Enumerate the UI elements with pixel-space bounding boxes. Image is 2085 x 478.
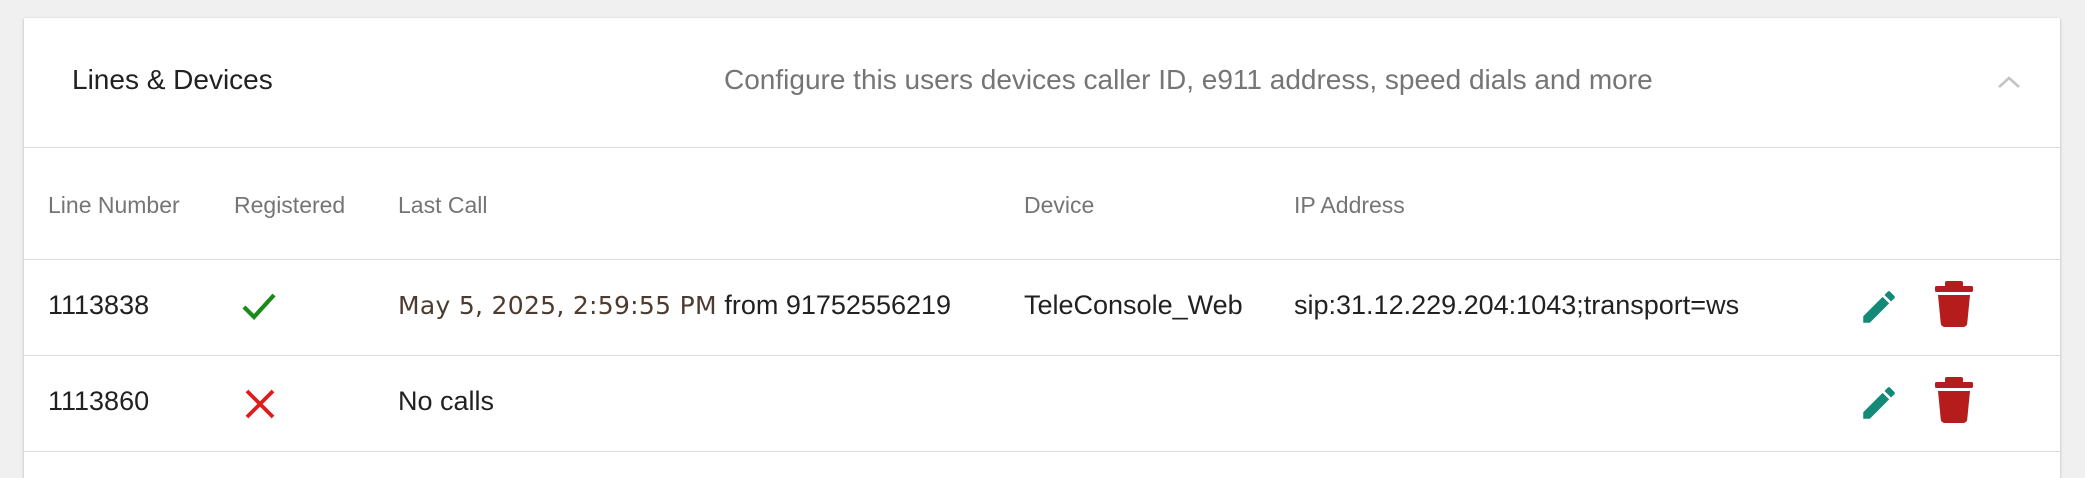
panel-description: Configure this users devices caller ID, … [724, 64, 1653, 95]
edit-icon[interactable] [1858, 286, 1900, 328]
lines-table: Line Number Registered Last Call Device … [24, 148, 2060, 452]
column-header-last-call[interactable]: Last Call [398, 192, 487, 219]
delete-icon[interactable] [1934, 376, 1974, 424]
device-name: TeleConsole_Web [1024, 290, 1243, 320]
table-row[interactable]: 1113838 May 5, 2025, 2:59:55 PM from 917… [24, 260, 2060, 356]
panel-title: Lines & Devices [72, 64, 273, 95]
column-header-line-number[interactable]: Line Number [48, 192, 180, 219]
ip-address: sip:31.12.229.204:1043;transport=ws [1294, 290, 1740, 320]
lines-devices-panel: Lines & Devices Configure this users dev… [24, 18, 2060, 478]
last-call: No calls [398, 386, 495, 416]
line-number: 1113838 [48, 290, 150, 320]
column-header-registered[interactable]: Registered [234, 192, 345, 219]
last-call-date: May 5, 2025, 2:59:55 PM [398, 291, 717, 320]
edit-icon[interactable] [1858, 382, 1900, 424]
last-call: May 5, 2025, 2:59:55 PM from 91752556219 [398, 290, 951, 321]
checkmark-icon [242, 293, 276, 321]
line-number: 1113860 [48, 386, 150, 416]
table-header: Line Number Registered Last Call Device … [24, 148, 2060, 260]
last-call-from: from 91752556219 [724, 290, 952, 320]
column-header-ip-address[interactable]: IP Address [1294, 192, 1405, 219]
table-row[interactable]: 1113860 No calls [24, 356, 2060, 452]
panel-header[interactable]: Lines & Devices Configure this users dev… [24, 18, 2060, 148]
delete-icon[interactable] [1934, 280, 1974, 328]
x-icon [245, 389, 275, 419]
column-header-device[interactable]: Device [1024, 192, 1094, 219]
chevron-up-icon [1998, 76, 2020, 88]
collapse-button[interactable] [1989, 74, 2029, 114]
